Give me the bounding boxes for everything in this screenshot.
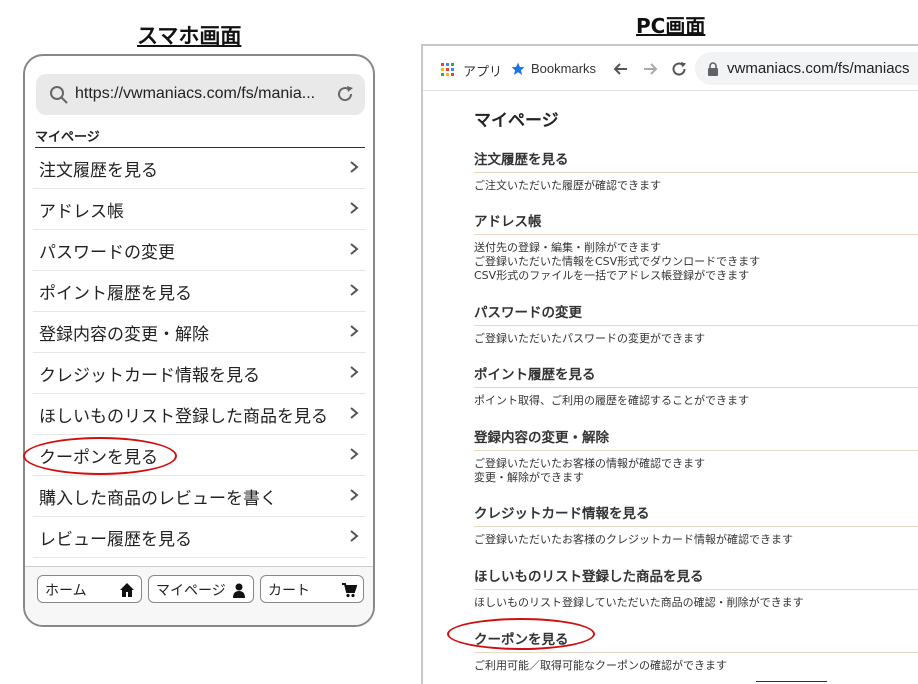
pc-url-text: vwmaniacs.com/fs/maniacs (727, 60, 910, 77)
cart-button-label: カート (268, 582, 310, 598)
mobile-page-title: マイページ (35, 126, 365, 148)
chevron-right-icon (350, 161, 359, 173)
pc-section-description: ご注文いただいた履歴が確認できます (474, 179, 918, 193)
pc-section-description: ご登録いただいたお客様のクレジットカード情報が確認できます (474, 533, 918, 547)
apps-grid-icon[interactable] (441, 63, 454, 76)
pc-section-description: ほしいものリスト登録していただいた商品の確認・削除ができます (474, 596, 918, 610)
mobile-address-bar[interactable]: https://vwmaniacs.com/fs/mania... (36, 74, 365, 115)
pc-section-title-link[interactable]: クレジットカード情報を見る (474, 502, 918, 527)
pc-section-description: ご登録いただいたパスワードの変更ができます (474, 332, 918, 346)
lock-icon (708, 62, 718, 76)
description-line: ご利用可能／取得可能なクーポンの確認ができます (474, 659, 727, 672)
menu-item-label: 購入した商品のレビューを書く (39, 489, 277, 508)
description-line: ほしいものリスト登録していただいた商品の確認・削除ができます (474, 596, 804, 609)
mobile-bottom-nav: ホーム マイページ カート (25, 566, 373, 625)
menu-item-label: ほしいものリスト登録した商品を見る (39, 407, 328, 426)
search-icon (50, 86, 68, 104)
cart-button[interactable]: カート (260, 575, 364, 603)
pc-section-title-link[interactable]: ポイント履歴を見る (474, 363, 918, 388)
forward-arrow-icon[interactable] (642, 61, 658, 77)
description-line: 送付先の登録・編集・削除ができます (474, 241, 661, 254)
menu-item-label: アドレス帳 (39, 202, 124, 221)
chevron-right-icon (350, 284, 359, 296)
mobile-screen-heading: スマホ画面 (137, 24, 242, 48)
home-icon (120, 583, 134, 597)
mobile-menu-item-write-review[interactable]: 購入した商品のレビューを書く (33, 476, 366, 517)
chevron-right-icon (350, 489, 359, 501)
menu-item-label: レビュー履歴を見る (39, 530, 192, 549)
pc-section-title-link[interactable]: アドレス帳 (474, 210, 918, 235)
pc-section-description: 送付先の登録・編集・削除ができます ご登録いただいた情報をCSV形式でダウンロー… (474, 241, 918, 283)
mobile-url-text: https://vwmaniacs.com/fs/mania... (75, 85, 316, 102)
mobile-menu-list: 注文履歴を見る アドレス帳 パスワードの変更 ポイント履歴を見る 登録内容の変更… (33, 148, 366, 558)
pc-section-title-link[interactable]: 登録内容の変更・解除 (474, 426, 918, 451)
reload-icon[interactable] (671, 61, 687, 77)
chevron-right-icon (350, 366, 359, 378)
pc-section-wishlist: ほしいものリスト登録した商品を見る ほしいものリスト登録していただいた商品の確認… (474, 565, 918, 610)
pc-section-registration: 登録内容の変更・解除 ご登録いただいたお客様の情報が確認できます 変更・解除がで… (474, 426, 918, 485)
description-line: ポイント取得、ご利用の履歴を確認することができます (474, 394, 749, 407)
pc-section-title-link[interactable]: パスワードの変更 (474, 301, 918, 326)
description-line: CSV形式のファイルを一括でアドレス帳登録ができます (474, 269, 750, 282)
description-line: ご登録いただいたお客様の情報が確認できます (474, 457, 705, 470)
highlight-circle-pc-coupon (447, 618, 595, 650)
toolbar-divider (423, 90, 918, 91)
chevron-right-icon (350, 448, 359, 460)
browser-toolbar: アプリ Bookmarks vwmaniacs.com/fs/maniacs (423, 46, 918, 90)
bookmarks-label[interactable]: Bookmarks (531, 61, 596, 76)
pc-page-title: マイページ (474, 111, 559, 131)
mobile-menu-item-wishlist[interactable]: ほしいものリスト登録した商品を見る (33, 394, 366, 435)
chevron-right-icon (350, 243, 359, 255)
description-line: ご登録いただいたお客様のクレジットカード情報が確認できます (474, 533, 793, 546)
mobile-menu-item-address-book[interactable]: アドレス帳 (33, 189, 366, 230)
back-arrow-icon[interactable] (613, 61, 629, 77)
mobile-menu-item-registration[interactable]: 登録内容の変更・解除 (33, 312, 366, 353)
chevron-right-icon (350, 407, 359, 419)
mobile-menu-item-credit-card[interactable]: クレジットカード情報を見る (33, 353, 366, 394)
pc-section-password: パスワードの変更 ご登録いただいたパスワードの変更ができます (474, 301, 918, 346)
home-button-label: ホーム (45, 582, 87, 598)
pc-browser-window: アプリ Bookmarks vwmaniacs.com/fs/maniacs マ… (421, 44, 918, 684)
pc-section-title-link[interactable]: ほしいものリスト登録した商品を見る (474, 565, 918, 590)
menu-item-label: ポイント履歴を見る (39, 284, 192, 303)
mypage-button[interactable]: マイページ (148, 575, 254, 603)
user-icon (233, 583, 245, 598)
highlight-circle-mobile-coupon (23, 437, 177, 475)
mypage-button-label: マイページ (156, 582, 226, 598)
pc-address-bar[interactable]: vwmaniacs.com/fs/maniacs (695, 52, 918, 85)
pc-screen-heading: PC画面 (636, 14, 706, 38)
description-line: ご登録いただいたパスワードの変更ができます (474, 332, 705, 345)
menu-item-label: 注文履歴を見る (39, 161, 158, 180)
decorative-underline (756, 681, 827, 682)
pc-section-credit-card: クレジットカード情報を見る ご登録いただいたお客様のクレジットカード情報が確認で… (474, 502, 918, 547)
mobile-menu-item-password[interactable]: パスワードの変更 (33, 230, 366, 271)
chevron-right-icon (350, 325, 359, 337)
pc-section-description: ポイント取得、ご利用の履歴を確認することができます (474, 394, 918, 408)
menu-item-label: 登録内容の変更・解除 (39, 325, 209, 344)
bookmark-star-icon (511, 62, 525, 75)
menu-item-label: クレジットカード情報を見る (39, 366, 260, 385)
cart-icon (342, 583, 357, 598)
pc-section-description: ご登録いただいたお客様の情報が確認できます 変更・解除ができます (474, 457, 918, 485)
menu-item-label: パスワードの変更 (39, 243, 175, 262)
smartphone-frame: https://vwmaniacs.com/fs/mania... マイページ … (23, 54, 375, 627)
reload-icon[interactable] (335, 84, 355, 104)
pc-section-description: ご利用可能／取得可能なクーポンの確認ができます (474, 659, 918, 673)
description-line: 変更・解除ができます (474, 471, 584, 484)
description-line: ご注文いただいた履歴が確認できます (474, 179, 661, 192)
pc-section-address-book: アドレス帳 送付先の登録・編集・削除ができます ご登録いただいた情報をCSV形式… (474, 210, 918, 283)
mobile-menu-item-order-history[interactable]: 注文履歴を見る (33, 148, 366, 189)
mobile-menu-item-point-history[interactable]: ポイント履歴を見る (33, 271, 366, 312)
apps-label[interactable]: アプリ (463, 61, 502, 80)
chevron-right-icon (350, 202, 359, 214)
pc-section-point-history: ポイント履歴を見る ポイント取得、ご利用の履歴を確認することができます (474, 363, 918, 408)
home-button[interactable]: ホーム (37, 575, 142, 603)
mobile-menu-item-review-history[interactable]: レビュー履歴を見る (33, 517, 366, 558)
pc-section-title-link[interactable]: 注文履歴を見る (474, 148, 918, 173)
pc-section-order-history: 注文履歴を見る ご注文いただいた履歴が確認できます (474, 148, 918, 193)
chevron-right-icon (350, 530, 359, 542)
description-line: ご登録いただいた情報をCSV形式でダウンロードできます (474, 255, 761, 268)
